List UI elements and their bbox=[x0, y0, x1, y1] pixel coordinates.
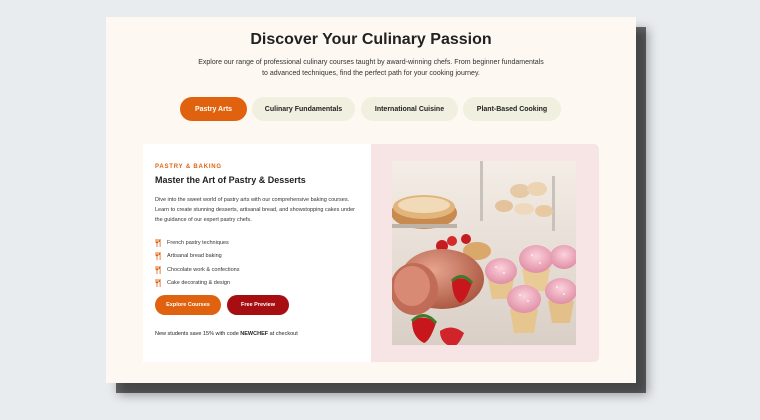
feature-label: Cake decorating & design bbox=[167, 280, 230, 287]
utensils-icon bbox=[155, 238, 161, 247]
feature-label: French pastry techniques bbox=[167, 239, 229, 246]
tab-culinary-fundamentals[interactable]: Culinary Fundamentals bbox=[252, 97, 355, 121]
tab-plant-based-cooking[interactable]: Plant-Based Cooking bbox=[463, 97, 561, 121]
page-title: Discover Your Culinary Passion bbox=[250, 31, 492, 48]
promo-text: New students save 15% with code NEWCHEF … bbox=[155, 331, 298, 337]
course-title: Master the Art of Pastry & Desserts bbox=[155, 175, 306, 185]
feature-item: French pastry techniques bbox=[155, 236, 239, 250]
tab-international-cuisine[interactable]: International Cuisine bbox=[361, 97, 458, 121]
utensils-icon bbox=[155, 252, 161, 261]
feature-label: Chocolate work & confections bbox=[167, 266, 240, 273]
page-subtitle: Explore our range of professional culina… bbox=[186, 57, 556, 79]
feature-item: Cake decorating & design bbox=[155, 277, 239, 291]
subtitle-line-2: to advanced techniques, find the perfect… bbox=[262, 70, 480, 77]
tab-pastry-arts[interactable]: Pastry Arts bbox=[180, 97, 247, 121]
feature-list: French pastry techniques Artisanal bread… bbox=[155, 236, 239, 290]
subtitle-line-1: Explore our range of professional culina… bbox=[198, 59, 544, 66]
feature-item: Artisanal bread baking bbox=[155, 250, 239, 264]
course-details-panel: PASTRY & BAKING Master the Art of Pastry… bbox=[143, 144, 371, 362]
promo-code: NEWCHEF bbox=[240, 331, 269, 337]
promo-prefix: New students save 15% with code bbox=[155, 331, 241, 337]
course-category: PASTRY & BAKING bbox=[155, 164, 222, 170]
courses-card: Discover Your Culinary Passion Explore o… bbox=[106, 17, 636, 383]
feature-item: Chocolate work & confections bbox=[155, 263, 239, 277]
pastry-photo bbox=[392, 161, 576, 345]
course-description: Dive into the sweet world of pastry arts… bbox=[155, 197, 355, 223]
utensils-icon bbox=[155, 279, 161, 288]
utensils-icon bbox=[155, 265, 161, 274]
free-preview-button[interactable]: Free Preview bbox=[227, 295, 289, 315]
course-image-panel bbox=[371, 144, 599, 362]
promo-suffix: at checkout bbox=[268, 331, 298, 337]
explore-courses-button[interactable]: Explore Courses bbox=[155, 295, 221, 315]
feature-label: Artisanal bread baking bbox=[167, 253, 222, 260]
